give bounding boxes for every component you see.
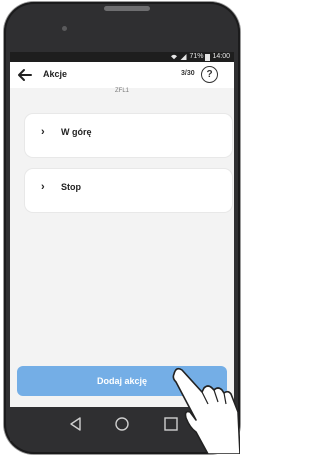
page-title: Akcje bbox=[43, 69, 68, 79]
back-arrow-icon[interactable] bbox=[16, 66, 34, 84]
phone-top-bezel bbox=[4, 2, 240, 54]
device-label: ZFL1 bbox=[114, 88, 129, 94]
battery-percent: 71% bbox=[189, 53, 204, 60]
signal-icon bbox=[180, 54, 187, 60]
front-camera bbox=[62, 26, 67, 31]
status-bar: 71% 14:00 bbox=[10, 52, 234, 62]
wifi-icon bbox=[171, 54, 178, 60]
help-icon[interactable]: ? bbox=[201, 66, 218, 83]
status-time: 14:00 bbox=[212, 53, 230, 60]
chevron-right-icon: › bbox=[41, 181, 45, 193]
nav-back-icon[interactable] bbox=[68, 416, 84, 432]
app-screen: 71% 14:00 Akcje 3/30 ? ZFL1 › W górę › S… bbox=[10, 52, 234, 407]
nav-home-icon[interactable] bbox=[114, 416, 130, 432]
pointing-hand-icon bbox=[172, 367, 240, 454]
action-counter: 3/30 bbox=[181, 70, 195, 77]
app-bar: Akcje 3/30 ? bbox=[10, 62, 234, 88]
action-item-up[interactable]: › W górę bbox=[25, 114, 232, 157]
speaker-grille bbox=[104, 6, 150, 11]
action-label: W górę bbox=[61, 127, 92, 137]
battery-icon bbox=[205, 53, 211, 61]
action-item-stop[interactable]: › Stop bbox=[25, 169, 232, 212]
action-label: Stop bbox=[61, 182, 81, 192]
chevron-right-icon: › bbox=[41, 126, 45, 138]
